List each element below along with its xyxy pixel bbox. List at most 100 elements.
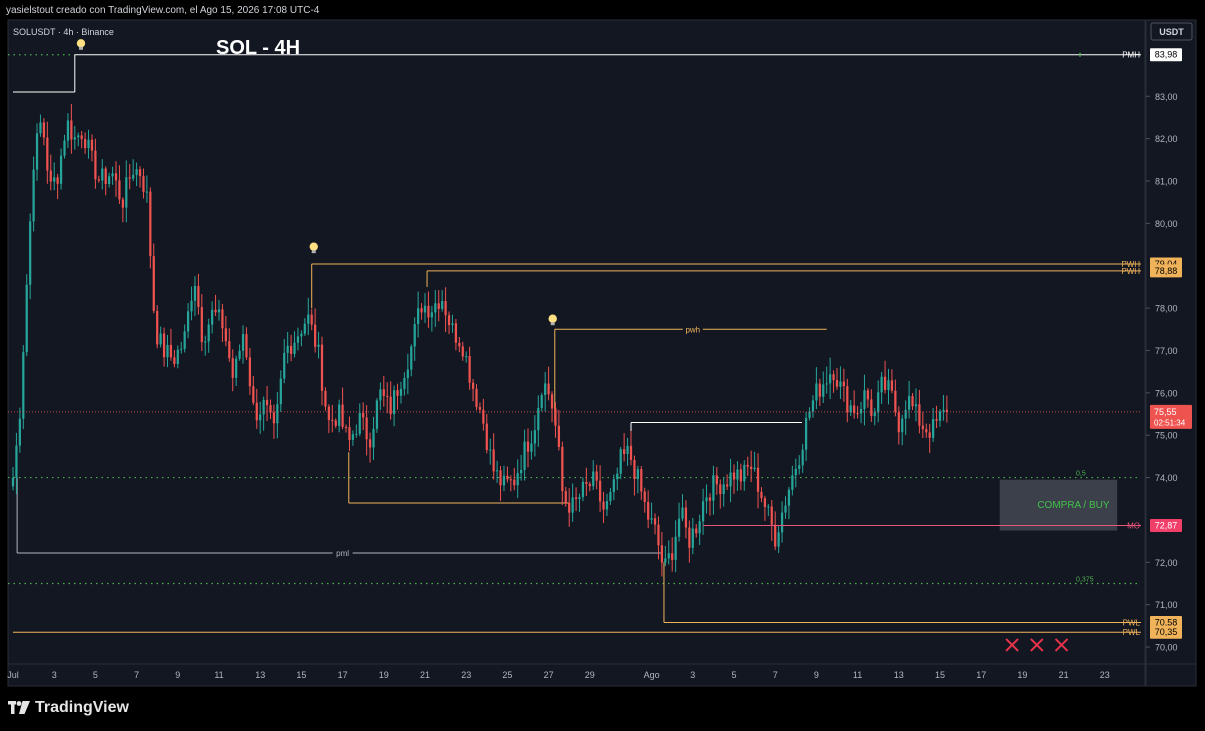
candle — [375, 398, 379, 433]
candle-body — [331, 419, 334, 421]
candle-body — [145, 191, 149, 193]
price-tick-label: 81,00 — [1155, 177, 1178, 187]
candle-body — [684, 507, 688, 528]
candle-body — [180, 348, 183, 350]
time-tick-label: 15 — [935, 670, 945, 680]
current-price-tag: 75,5502:51:34 — [1150, 404, 1192, 429]
candle-body — [80, 135, 83, 140]
candle-body — [774, 524, 777, 547]
candle-body — [296, 336, 300, 343]
candle-body — [671, 553, 674, 561]
candle-body — [228, 341, 231, 359]
candle-body — [423, 305, 427, 313]
level-tag-mo: MO 72,87 — [1127, 518, 1182, 532]
candle-body — [674, 536, 677, 561]
time-tick-label: 9 — [814, 670, 819, 680]
candle-body — [489, 449, 492, 451]
currency-button[interactable]: USDT — [1150, 22, 1193, 41]
candle-body — [63, 140, 66, 156]
level-tag-pwl2: PWL 70,35 — [1123, 625, 1182, 639]
candle-body — [269, 405, 272, 413]
candle-body — [197, 285, 200, 308]
candle-body — [849, 405, 852, 413]
candle-body — [135, 169, 138, 175]
candle-body — [581, 481, 585, 498]
buy-zone-label: COMPRA / BUY — [1037, 500, 1110, 511]
level-price-text: 83,98 — [1155, 50, 1178, 60]
time-tick-label: 3 — [52, 670, 57, 680]
candle-body — [351, 434, 355, 440]
candle-body — [736, 469, 739, 480]
candle-body — [362, 412, 365, 418]
candle-body — [547, 383, 550, 395]
candle-body — [35, 133, 39, 170]
candle-body — [334, 420, 337, 426]
candle-body — [338, 404, 341, 426]
candle-body — [626, 445, 629, 454]
candle-body — [544, 383, 547, 395]
candle-body — [691, 528, 694, 548]
candle-body — [217, 309, 221, 313]
candle-body — [750, 466, 753, 470]
candle-body — [186, 311, 190, 332]
candle-body — [763, 498, 767, 508]
time-tick-label: 3 — [690, 670, 695, 680]
candle-body — [904, 409, 907, 419]
time-tick-label: 5 — [93, 670, 98, 680]
candle-body — [928, 432, 931, 438]
candle-body — [382, 389, 385, 396]
candle-body — [890, 380, 894, 391]
candle-body — [877, 392, 880, 413]
price-chart[interactable]: SOLUSDT · 4h · Binance SOL - 4H USDT 83,00 8… — [0, 0, 1205, 731]
candle-body — [248, 357, 252, 387]
candle-body — [794, 468, 797, 476]
candle-body — [729, 472, 732, 487]
candle-body — [454, 323, 458, 343]
candle-body — [235, 358, 238, 378]
candle-body — [355, 433, 358, 435]
time-tick-label: 25 — [502, 670, 512, 680]
time-tick-label: 23 — [461, 670, 471, 680]
candle-body — [787, 489, 791, 506]
candle-body — [183, 331, 186, 349]
candle-body — [46, 137, 49, 171]
candle-body — [571, 497, 574, 513]
candle-body — [94, 150, 97, 180]
candle-body — [616, 473, 619, 480]
level-label: PWL — [1123, 618, 1141, 627]
candle-body — [932, 419, 935, 438]
candle-body — [770, 506, 773, 525]
time-tick-label: 17 — [338, 670, 348, 680]
candle-body — [722, 484, 725, 495]
segment-label: pml — [336, 549, 349, 558]
candle-body — [681, 507, 684, 519]
candle-body — [300, 333, 303, 337]
candle-body — [609, 492, 612, 502]
candle-body — [492, 449, 495, 472]
candle-body — [619, 449, 622, 474]
candle-body — [640, 469, 643, 492]
symbol-info: SOLUSDT · 4h · Binance — [13, 27, 114, 37]
candle-body — [259, 414, 262, 421]
candle-body — [368, 439, 372, 448]
candle-body — [465, 356, 468, 358]
candle-body — [32, 169, 35, 222]
candle-body — [677, 518, 681, 537]
bulb-base — [78, 46, 83, 50]
fib-level-label: 0,375 — [1076, 577, 1094, 584]
candle-body — [935, 419, 938, 421]
candle-body — [441, 301, 444, 309]
candle-body — [698, 521, 701, 534]
candle-body — [636, 469, 639, 479]
candle-body — [835, 380, 839, 387]
time-tick-label: 5 — [731, 670, 736, 680]
candle-body — [279, 378, 282, 405]
candle-body — [602, 501, 605, 510]
candle-body — [537, 408, 540, 431]
time-tick-label: 13 — [255, 670, 265, 680]
candle-body — [499, 470, 502, 486]
time-tick-label: Ago — [644, 670, 660, 680]
time-tick-label: 15 — [296, 670, 306, 680]
candle-body — [214, 309, 217, 313]
candle-body — [760, 491, 763, 499]
